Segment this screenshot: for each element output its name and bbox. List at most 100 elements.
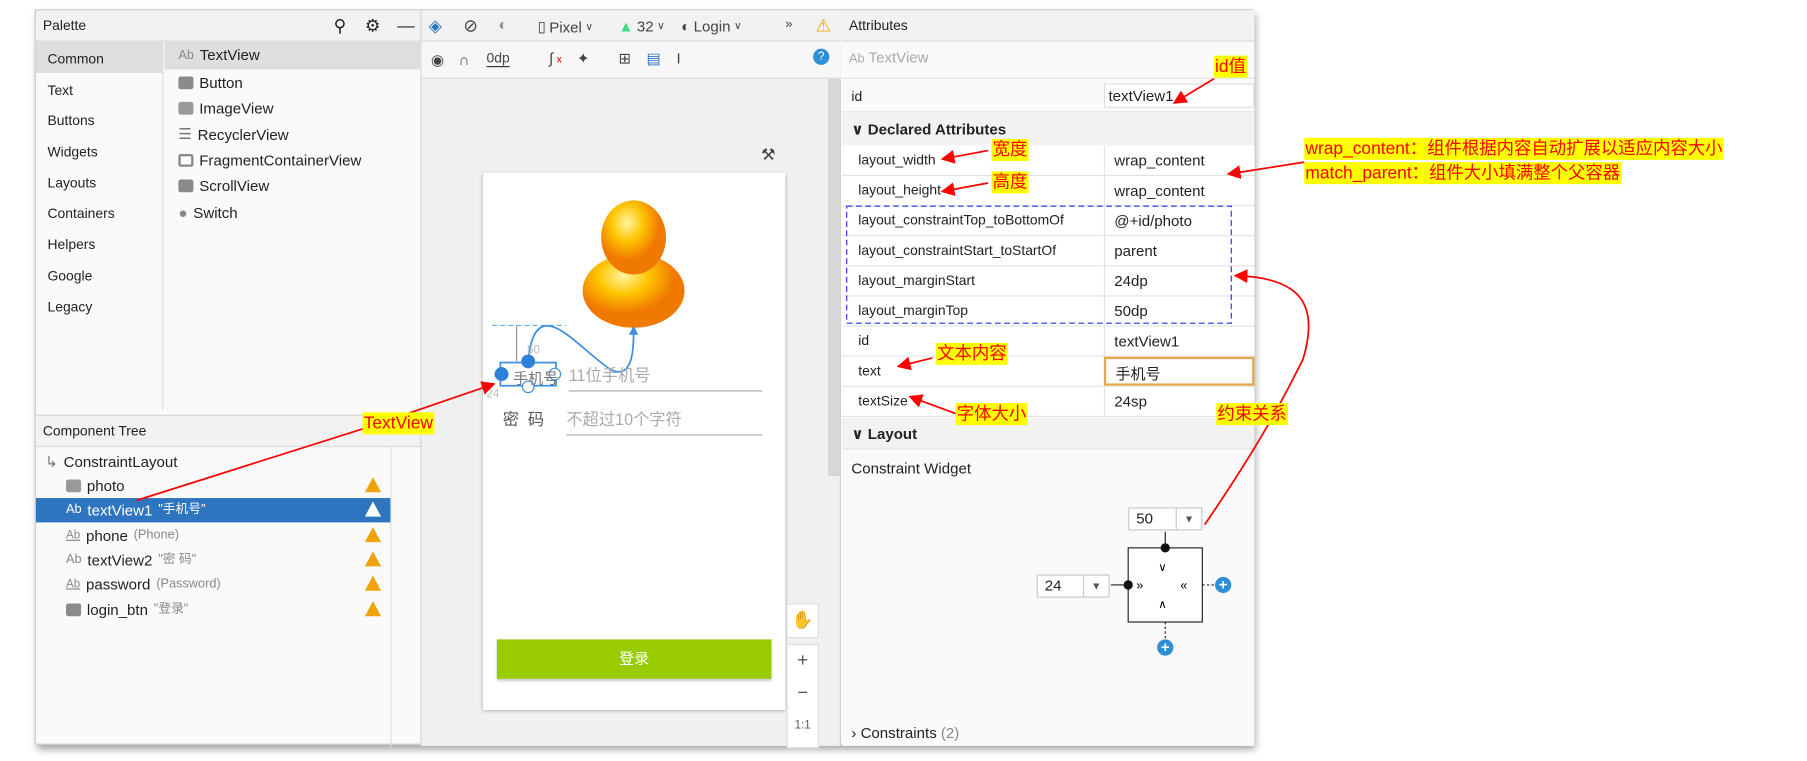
button-icon xyxy=(178,76,194,90)
attr-row[interactable]: text 手机号 xyxy=(842,356,1255,387)
wrench-icon[interactable]: ⚒ xyxy=(761,145,776,165)
annotation-constraint: 约束关系 xyxy=(1216,403,1289,426)
add-bottom-constraint-icon[interactable]: + xyxy=(1157,639,1174,656)
warning-icon[interactable] xyxy=(364,551,382,567)
device-dropdown[interactable]: ▯ Pixel ∨ xyxy=(537,17,593,36)
search-icon[interactable]: ⚲ xyxy=(334,10,347,41)
phone-input[interactable]: 11位手机号 xyxy=(568,364,763,392)
attr-row[interactable]: layout_width wrap_content xyxy=(842,145,1255,177)
textview2-password-label[interactable]: 密 码 xyxy=(503,408,544,431)
tree-row[interactable]: Ab textView2 "密 码" xyxy=(36,548,390,572)
design-toolbar: ◈ ⊘ ◐ ▯ Pixel ∨ ▲ 32 ∨ ◐ Login ∨ » ⚠ xyxy=(421,10,841,42)
textview1-phone-label[interactable]: 手机号 xyxy=(513,366,558,388)
magnet-icon[interactable]: ∩ xyxy=(459,51,470,68)
warning-icon[interactable]: ⚠ xyxy=(815,15,831,36)
category-google[interactable]: Google xyxy=(47,268,92,284)
constraint-toolbar: ◉ ∩ 0dp ∫ x ✦ ⊞ ▤ I ? xyxy=(421,41,841,79)
tree-row-selected[interactable]: Ab textView1 "手机号" xyxy=(35,498,391,523)
annotation-textsize: 字体大小 xyxy=(955,403,1028,426)
orientation-icon[interactable]: ⊘ xyxy=(463,15,478,36)
palette-item-imageview[interactable]: ImageView xyxy=(178,100,273,117)
tree-row[interactable]: photo xyxy=(36,474,390,498)
svg-text:»: » xyxy=(1136,578,1143,593)
top-margin-dropdown[interactable]: 50 ▼ xyxy=(1128,507,1203,531)
clear-constraints-icon[interactable]: ∫ x xyxy=(549,50,562,67)
annotation-wrap-content: wrap_content：组件根据内容自动扩展以适应内容大小 xyxy=(1304,137,1724,160)
zoom-in-button[interactable]: + xyxy=(788,645,818,677)
constraint-widget-label: Constraint Widget xyxy=(851,459,972,478)
help-icon[interactable]: ? xyxy=(813,48,830,65)
category-text[interactable]: Text xyxy=(47,82,73,98)
infer-constraints-icon[interactable]: ✦ xyxy=(577,50,590,69)
photo-avatar-image[interactable] xyxy=(580,198,687,328)
tree-row-root[interactable]: ↳ ConstraintLayout xyxy=(36,449,390,473)
layers-icon[interactable]: ◈ xyxy=(429,15,442,36)
attr-row[interactable]: layout_constraintStart_toStartOf parent xyxy=(842,236,1255,267)
imageview-icon xyxy=(178,101,194,115)
tree-row[interactable]: login_btn "登录" xyxy=(36,598,390,622)
edittext-icon: Ab xyxy=(66,529,81,543)
declared-attributes-header[interactable]: ∨ Declared Attributes xyxy=(842,113,1255,145)
edittext-icon: Ab xyxy=(66,577,81,591)
category-helpers[interactable]: Helpers xyxy=(47,236,95,252)
palette-item-scrollview[interactable]: ScrollView xyxy=(178,177,269,195)
warning-icon[interactable] xyxy=(364,477,382,493)
login-button[interactable]: 登录 xyxy=(496,639,772,679)
warning-icon[interactable] xyxy=(364,527,382,543)
pack-icon[interactable]: ⊞ xyxy=(619,50,632,69)
textview-icon: Ab xyxy=(66,502,82,517)
annotation-height: 高度 xyxy=(991,171,1029,194)
tree-row[interactable]: Ab phone (Phone) xyxy=(36,524,390,548)
attr-row[interactable]: layout_marginTop 50dp xyxy=(842,296,1255,327)
vertical-scrollbar[interactable] xyxy=(828,78,840,477)
category-buttons[interactable]: Buttons xyxy=(47,112,94,128)
palette-item-switch[interactable]: ● Switch xyxy=(178,204,237,221)
constraint-widget[interactable]: ∨ ∧ » « xyxy=(1108,531,1235,659)
category-widgets[interactable]: Widgets xyxy=(47,144,97,160)
button-icon xyxy=(66,603,82,617)
palette-item-button[interactable]: Button xyxy=(178,74,243,92)
id-input[interactable]: textView1 xyxy=(1103,83,1255,108)
category-common[interactable]: Common xyxy=(47,51,103,67)
component-type: Ab TextView xyxy=(849,48,929,67)
attr-row[interactable]: id textView1 xyxy=(842,326,1255,357)
view-options-icon[interactable]: ◉ xyxy=(431,51,444,70)
category-layouts[interactable]: Layouts xyxy=(47,175,96,191)
overflow-icon[interactable]: » xyxy=(785,17,792,31)
fragment-icon xyxy=(178,154,194,167)
align-icon[interactable]: ▤ xyxy=(646,50,660,69)
attr-row[interactable]: textSize 24sp xyxy=(842,386,1255,417)
start-margin-dropdown[interactable]: 24 ▼ xyxy=(1036,574,1110,598)
api-dropdown[interactable]: ▲ 32 ∨ xyxy=(619,17,665,34)
attr-row[interactable]: layout_constraintTop_toBottomOf @+id/phot… xyxy=(842,206,1255,237)
component-tree-panel: Component Tree ↳ ConstraintLayout photo A… xyxy=(35,414,422,749)
night-mode-icon[interactable]: ◐ xyxy=(498,15,508,34)
attr-row[interactable]: layout_height wrap_content xyxy=(842,176,1255,207)
palette-item-textview[interactable]: Ab TextView xyxy=(178,46,259,63)
minimize-icon[interactable]: — xyxy=(397,10,414,41)
palette-item-fragmentcontainerview[interactable]: FragmentContainerView xyxy=(178,152,361,169)
zoom-reset-button[interactable]: 1:1 xyxy=(788,710,818,742)
warning-icon[interactable] xyxy=(364,501,382,517)
text-input[interactable]: 手机号 xyxy=(1103,356,1255,386)
zoom-out-button[interactable]: − xyxy=(788,678,818,710)
tree-row[interactable]: Ab password (Password) xyxy=(36,572,390,596)
default-margin-dropdown[interactable]: 0dp xyxy=(486,50,510,68)
pan-hand-icon[interactable]: ✋ xyxy=(786,603,819,639)
guidelines-icon[interactable]: I xyxy=(676,50,680,67)
warning-icon[interactable] xyxy=(364,575,382,591)
constraints-section[interactable]: › Constraints (2) xyxy=(851,724,959,741)
theme-dropdown[interactable]: ◐ Login ∨ xyxy=(681,17,742,34)
gear-icon[interactable]: ⚙ xyxy=(365,10,381,41)
palette-item-recyclerview[interactable]: ☰ RecyclerView xyxy=(178,125,288,144)
layout-header[interactable]: ∨ Layout xyxy=(842,418,1255,450)
warning-icon[interactable] xyxy=(364,601,382,617)
palette-panel: Palette ⚲ ⚙ — Common Text Buttons Widget… xyxy=(35,10,422,411)
attr-row[interactable]: layout_marginStart 24dp xyxy=(842,266,1255,297)
category-legacy[interactable]: Legacy xyxy=(47,299,92,315)
add-end-constraint-icon[interactable]: + xyxy=(1215,576,1232,594)
textview-icon: Ab xyxy=(178,48,194,62)
password-input[interactable]: 不超过10个字符 xyxy=(566,408,763,436)
category-containers[interactable]: Containers xyxy=(47,205,114,221)
theme-icon: ◐ xyxy=(681,17,691,35)
